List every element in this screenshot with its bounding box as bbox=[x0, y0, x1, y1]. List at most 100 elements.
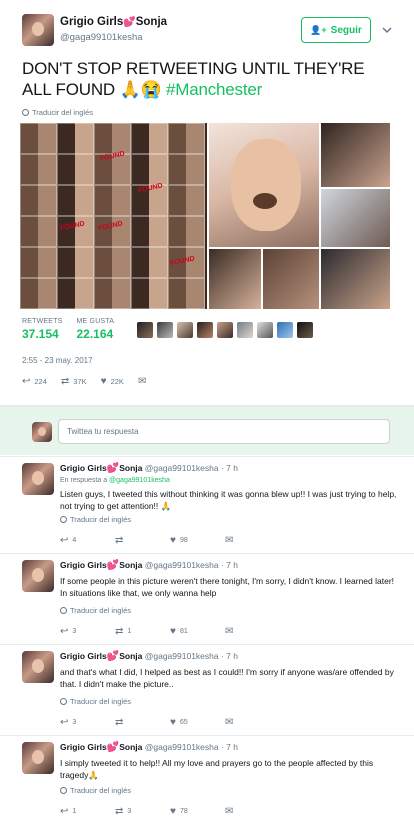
globe-icon bbox=[22, 109, 29, 116]
reply-actions: ↩ 3 ⇄ 1 ♥ 81 ✉ bbox=[60, 626, 280, 637]
like-count: 81 bbox=[179, 628, 188, 635]
like-button[interactable]: ♥ 78 bbox=[170, 806, 225, 817]
reply-author-name-text: Grigio Girls bbox=[60, 651, 107, 661]
direct-message-icon: ✉ bbox=[225, 535, 234, 546]
likes-stat[interactable]: ME GUSTA 22.164 bbox=[77, 318, 115, 341]
reply-button[interactable]: ↩ 224 bbox=[22, 376, 47, 387]
retweet-button[interactable]: ⇄ 1 bbox=[115, 626, 170, 637]
avatar[interactable] bbox=[22, 651, 54, 683]
user-handle[interactable]: @gaga99101kesha bbox=[60, 32, 143, 43]
reply-header: Grigio Girls💕Sonja @gaga99101kesha · 7 h bbox=[60, 742, 238, 753]
reply-author-name[interactable]: Grigio Girls💕Sonja bbox=[60, 560, 142, 571]
hashtag-link[interactable]: #Manchester bbox=[166, 80, 262, 99]
reply-icon: ↩ bbox=[60, 626, 69, 637]
like-button[interactable]: ♥ 65 bbox=[170, 717, 225, 728]
reply-button[interactable]: ↩ 3 bbox=[60, 717, 115, 728]
avatar[interactable] bbox=[22, 463, 54, 495]
reply-button[interactable]: ↩ 1 bbox=[60, 806, 115, 817]
retweets-stat[interactable]: RETWEETS 37.154 bbox=[22, 318, 63, 341]
retweet-count: 3 bbox=[127, 808, 132, 815]
reply-header: Grigio Girls💕Sonja @gaga99101kesha · 7 h bbox=[60, 560, 238, 571]
photo-thumbnail[interactable] bbox=[321, 189, 390, 247]
reply-tweet[interactable]: Grigio Girls💕Sonja @gaga99101kesha · 7 h… bbox=[0, 456, 414, 552]
heart-emoji: 💕 bbox=[123, 17, 136, 28]
chevron-down-icon[interactable] bbox=[381, 24, 393, 36]
liker-avatar[interactable] bbox=[217, 322, 233, 338]
reply-author-name[interactable]: Grigio Girls💕Sonja bbox=[60, 651, 142, 662]
direct-message-button[interactable]: ✉ bbox=[225, 806, 280, 817]
translate-link[interactable]: Traducir del inglés bbox=[60, 515, 131, 524]
photo-grid[interactable]: FOUND FOUND FOUND FOUND FOUND bbox=[20, 123, 390, 309]
translate-link[interactable]: Traducir del inglés bbox=[22, 108, 93, 117]
liker-avatar[interactable] bbox=[157, 322, 173, 338]
like-button[interactable]: ♥ 81 bbox=[170, 626, 225, 637]
reply-count: 3 bbox=[72, 628, 77, 635]
reply-meta: @gaga99101kesha · 7 h bbox=[144, 463, 238, 473]
reply-icon: ↩ bbox=[22, 376, 31, 387]
direct-message-button[interactable]: ✉ bbox=[138, 376, 146, 387]
liker-avatar[interactable] bbox=[137, 322, 153, 338]
selfie-photo[interactable] bbox=[209, 123, 319, 247]
retweet-button[interactable]: ⇄ 37K bbox=[61, 376, 87, 387]
reply-icon: ↩ bbox=[60, 535, 69, 546]
retweet-button[interactable]: ⇄ bbox=[115, 535, 170, 546]
like-button[interactable]: ♥ 98 bbox=[170, 535, 225, 546]
liker-avatar[interactable] bbox=[177, 322, 193, 338]
reply-text: I simply tweeted it to help!! All my lov… bbox=[60, 758, 374, 780]
reply-input[interactable]: Twittea tu respuesta bbox=[58, 419, 390, 444]
reply-to-handle[interactable]: @gaga99101kesha bbox=[109, 477, 170, 484]
reply-button[interactable]: ↩ 4 bbox=[60, 535, 115, 546]
display-name[interactable]: Grigio Girls💕Sonja bbox=[60, 16, 167, 28]
translate-label: Traducir del inglés bbox=[70, 786, 131, 795]
reply-to: En respuesta a @gaga99101kesha bbox=[60, 477, 170, 484]
reply-author-name-suffix: Sonja bbox=[119, 742, 143, 752]
liker-avatar[interactable] bbox=[197, 322, 213, 338]
liker-avatar[interactable] bbox=[257, 322, 273, 338]
like-button[interactable]: ♥ 22K bbox=[101, 376, 124, 387]
heart-emoji: 💕 bbox=[106, 560, 120, 571]
reply-tweet[interactable]: Grigio Girls💕Sonja @gaga99101kesha · 7 h… bbox=[0, 644, 414, 734]
retweets-label: RETWEETS bbox=[22, 318, 63, 325]
avatar[interactable] bbox=[22, 560, 54, 592]
direct-message-button[interactable]: ✉ bbox=[225, 717, 280, 728]
reply-actions: ↩ 3 ⇄ ♥ 65 ✉ bbox=[60, 717, 280, 728]
reply-tweet[interactable]: Grigio Girls💕Sonja @gaga99101kesha · 7 h… bbox=[0, 735, 414, 825]
reply-icon: ↩ bbox=[60, 717, 69, 728]
tweet-timestamp[interactable]: 2:55 - 23 may. 2017 bbox=[22, 356, 93, 365]
likes-label: ME GUSTA bbox=[76, 318, 115, 325]
add-user-icon: 👤+ bbox=[310, 24, 327, 35]
retweet-button[interactable]: ⇄ bbox=[115, 717, 170, 728]
liker-avatar[interactable] bbox=[237, 322, 253, 338]
follow-button[interactable]: 👤+ Seguir bbox=[301, 17, 371, 43]
retweet-button[interactable]: ⇄ 3 bbox=[115, 806, 170, 817]
photo-thumbnail[interactable] bbox=[209, 249, 261, 309]
direct-message-button[interactable]: ✉ bbox=[225, 626, 280, 637]
direct-message-button[interactable]: ✉ bbox=[225, 535, 280, 546]
reply-author-name[interactable]: Grigio Girls💕Sonja bbox=[60, 463, 142, 474]
heart-icon: ♥ bbox=[170, 717, 176, 728]
reply-actions: ↩ 1 ⇄ 3 ♥ 78 ✉ bbox=[60, 806, 280, 817]
reply-button[interactable]: ↩ 3 bbox=[60, 626, 115, 637]
reply-meta: @gaga99101kesha · 7 h bbox=[144, 560, 238, 570]
avatar[interactable] bbox=[22, 742, 54, 774]
reply-tweet[interactable]: Grigio Girls💕Sonja @gaga99101kesha · 7 h… bbox=[0, 553, 414, 643]
retweet-count: 1 bbox=[127, 628, 132, 635]
globe-icon bbox=[60, 516, 67, 523]
liker-avatar[interactable] bbox=[297, 322, 313, 338]
photo-thumbnail[interactable] bbox=[321, 249, 390, 309]
reply-meta: @gaga99101kesha · 7 h bbox=[144, 651, 238, 661]
translate-link[interactable]: Traducir del inglés bbox=[60, 697, 131, 706]
liker-avatar[interactable] bbox=[277, 322, 293, 338]
translate-link[interactable]: Traducir del inglés bbox=[60, 786, 131, 795]
avatar[interactable] bbox=[22, 14, 54, 46]
reply-author-name[interactable]: Grigio Girls💕Sonja bbox=[60, 742, 143, 753]
photo-thumbnail[interactable] bbox=[321, 123, 390, 187]
translate-label: Traducir del inglés bbox=[70, 697, 131, 706]
translate-link[interactable]: Traducir del inglés bbox=[60, 606, 131, 615]
retweet-icon: ⇄ bbox=[60, 376, 70, 387]
globe-icon bbox=[60, 787, 67, 794]
photo-thumbnail[interactable] bbox=[263, 249, 319, 309]
collage-photo[interactable]: FOUND FOUND FOUND FOUND FOUND bbox=[20, 123, 207, 309]
retweet-icon: ⇄ bbox=[115, 626, 124, 637]
reply-to-prefix: En respuesta a bbox=[60, 477, 108, 484]
